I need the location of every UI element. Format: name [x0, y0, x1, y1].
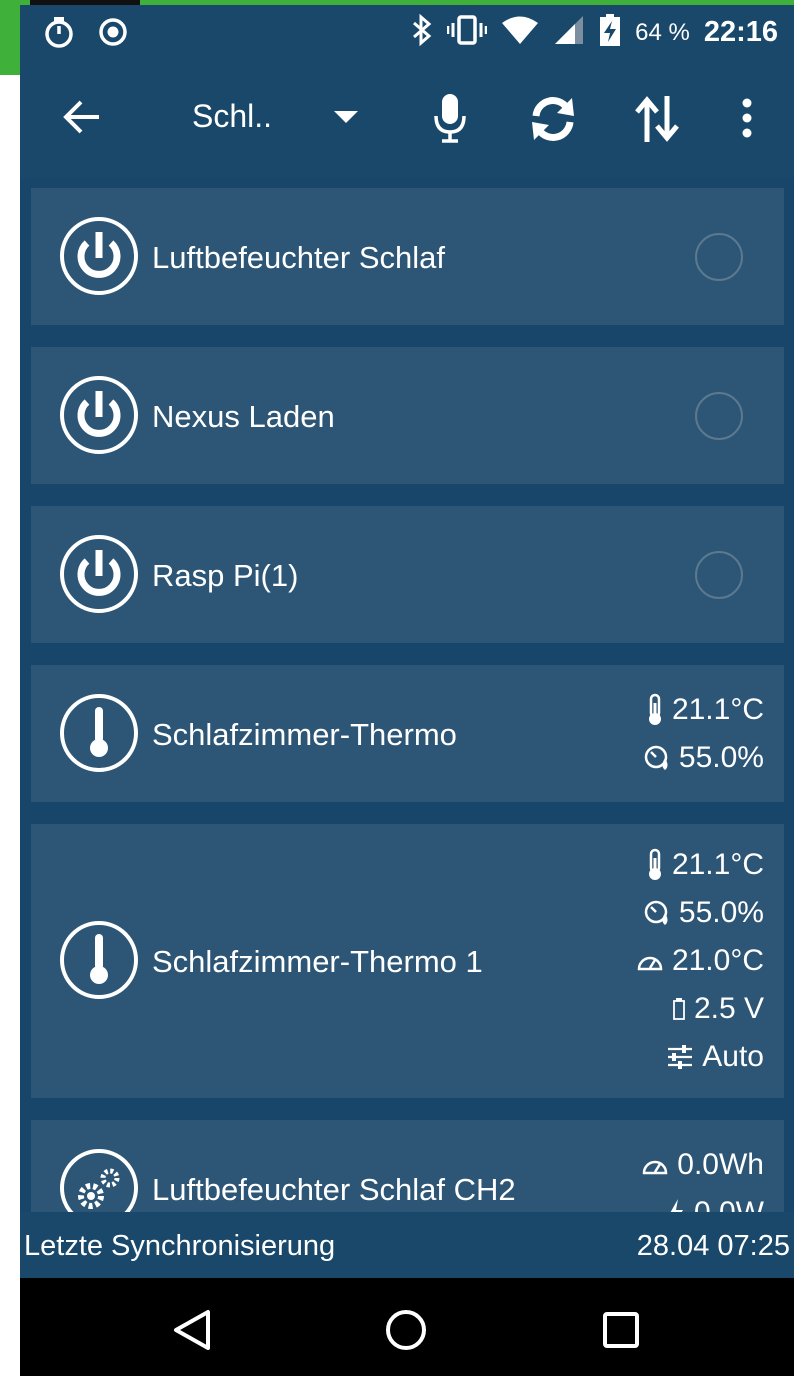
- device-card[interactable]: Luftbefeuchter Schlaf CH2 0.0Wh 0.0W: [31, 1120, 784, 1212]
- device-name: Schlafzimmer-Thermo: [152, 717, 457, 752]
- device-card[interactable]: Schlafzimmer-Thermo 21.1°C 55.0%: [31, 665, 784, 802]
- overflow-menu-icon: [742, 98, 752, 138]
- reading-value: 0.0W: [694, 1196, 764, 1212]
- power-icon[interactable]: [59, 375, 139, 455]
- humidity-icon: [644, 900, 668, 925]
- reading-value: 2.5 V: [693, 992, 764, 1025]
- sort-button[interactable]: [634, 92, 680, 146]
- vibrate-icon: [446, 13, 488, 52]
- app-window: 64 % 22:16 Schl.. Luftbefeuchter Schlaf …: [20, 5, 794, 1376]
- power-icon[interactable]: [59, 216, 139, 296]
- room-dropdown-arrow[interactable]: [332, 104, 360, 132]
- status-bar: 64 % 22:16: [20, 5, 794, 60]
- reading-temperature: 21.1°C: [643, 686, 764, 734]
- nav-back-icon: [174, 1310, 210, 1350]
- back-button[interactable]: [60, 95, 104, 139]
- overflow-menu-button[interactable]: [732, 96, 762, 140]
- stopwatch-icon: [42, 15, 76, 54]
- back-arrow-icon: [63, 100, 99, 134]
- battery-icon: [673, 998, 685, 1020]
- thermometer-icon: [60, 694, 138, 772]
- gauge-icon: [643, 1160, 668, 1175]
- reading-humidity: 55.0%: [643, 734, 764, 782]
- device-card[interactable]: Nexus Laden: [31, 347, 784, 484]
- nav-home-button[interactable]: [384, 1308, 430, 1354]
- toggle-radio[interactable]: [694, 391, 744, 441]
- power-icon[interactable]: [59, 534, 139, 614]
- device-name: Nexus Laden: [152, 399, 335, 434]
- device-card[interactable]: Rasp Pi(1): [31, 506, 784, 643]
- room-selector-label: Schl..: [192, 98, 273, 134]
- reading-value: 21.1°C: [671, 848, 764, 881]
- thermometer-icon: [60, 921, 138, 999]
- reading-energy: 0.0Wh: [641, 1141, 764, 1189]
- sync-timestamp: 28.04 07:25: [636, 1230, 790, 1262]
- battery-charging-icon: [599, 13, 621, 52]
- sync-label: Letzte Synchronisierung: [24, 1230, 336, 1262]
- refresh-icon: [532, 97, 574, 141]
- signal-icon: [553, 14, 585, 51]
- battery-percent: 64 %: [635, 18, 690, 46]
- device-card[interactable]: Schlafzimmer-Thermo 1 21.1°C 55.0% 21.0°…: [31, 824, 784, 1098]
- nav-home-icon: [386, 1310, 426, 1350]
- reading-power: 0.0W: [641, 1189, 764, 1212]
- reading-setpoint: 21.0°C: [636, 937, 764, 985]
- nav-recents-button[interactable]: [601, 1310, 643, 1352]
- reading-battery: 2.5 V: [636, 985, 764, 1033]
- device-readings: 0.0Wh 0.0W: [641, 1141, 764, 1212]
- nav-recents-icon: [603, 1312, 639, 1348]
- reading-value: 55.0%: [678, 741, 764, 774]
- clock: 22:16: [703, 16, 778, 48]
- gears-icon: [60, 1149, 138, 1212]
- reading-temperature: 21.1°C: [636, 841, 764, 889]
- toggle-radio[interactable]: [694, 550, 744, 600]
- device-name: Luftbefeuchter Schlaf: [152, 240, 445, 275]
- toggle-radio[interactable]: [694, 232, 744, 282]
- reading-value: 55.0%: [678, 896, 764, 929]
- device-list: Luftbefeuchter Schlaf Nexus Laden Rasp P…: [20, 178, 794, 1212]
- sync-footer: Letzte Synchronisierung 28.04 07:25: [20, 1212, 794, 1278]
- thermometer-icon: [648, 693, 661, 725]
- reading-value: 21.0°C: [671, 944, 764, 977]
- refresh-button[interactable]: [526, 92, 580, 146]
- gauge-icon: [637, 956, 663, 971]
- humidity-icon: [644, 745, 668, 770]
- device-name: Luftbefeuchter Schlaf CH2: [152, 1172, 516, 1207]
- wifi-icon: [501, 14, 539, 51]
- microphone-icon: [434, 94, 466, 143]
- device-card[interactable]: Luftbefeuchter Schlaf: [31, 188, 784, 325]
- reading-value: Auto: [702, 1040, 764, 1073]
- navigation-bar: [20, 1278, 794, 1376]
- voice-button[interactable]: [428, 90, 472, 146]
- reading-mode: Auto: [636, 1033, 764, 1081]
- reading-humidity: 55.0%: [636, 889, 764, 937]
- room-selector[interactable]: Schl..: [192, 98, 272, 135]
- bluetooth-icon: [411, 13, 433, 52]
- sort-icon: [635, 96, 679, 142]
- lightning-icon: [670, 1199, 683, 1212]
- device-name: Rasp Pi(1): [152, 558, 299, 593]
- device-name: Schlafzimmer-Thermo 1: [152, 944, 483, 979]
- reading-value: 0.0Wh: [677, 1148, 764, 1181]
- record-icon: [96, 15, 130, 54]
- device-readings: 21.1°C 55.0%: [643, 686, 764, 782]
- sliders-icon: [668, 1045, 693, 1069]
- nav-back-button[interactable]: [170, 1308, 216, 1354]
- thermometer-icon: [648, 848, 661, 880]
- reading-value: 21.1°C: [671, 693, 764, 726]
- chevron-down-icon: [334, 111, 358, 123]
- device-readings: 21.1°C 55.0% 21.0°C 2.5 V Auto: [636, 841, 764, 1081]
- toolbar: Schl..: [20, 60, 794, 178]
